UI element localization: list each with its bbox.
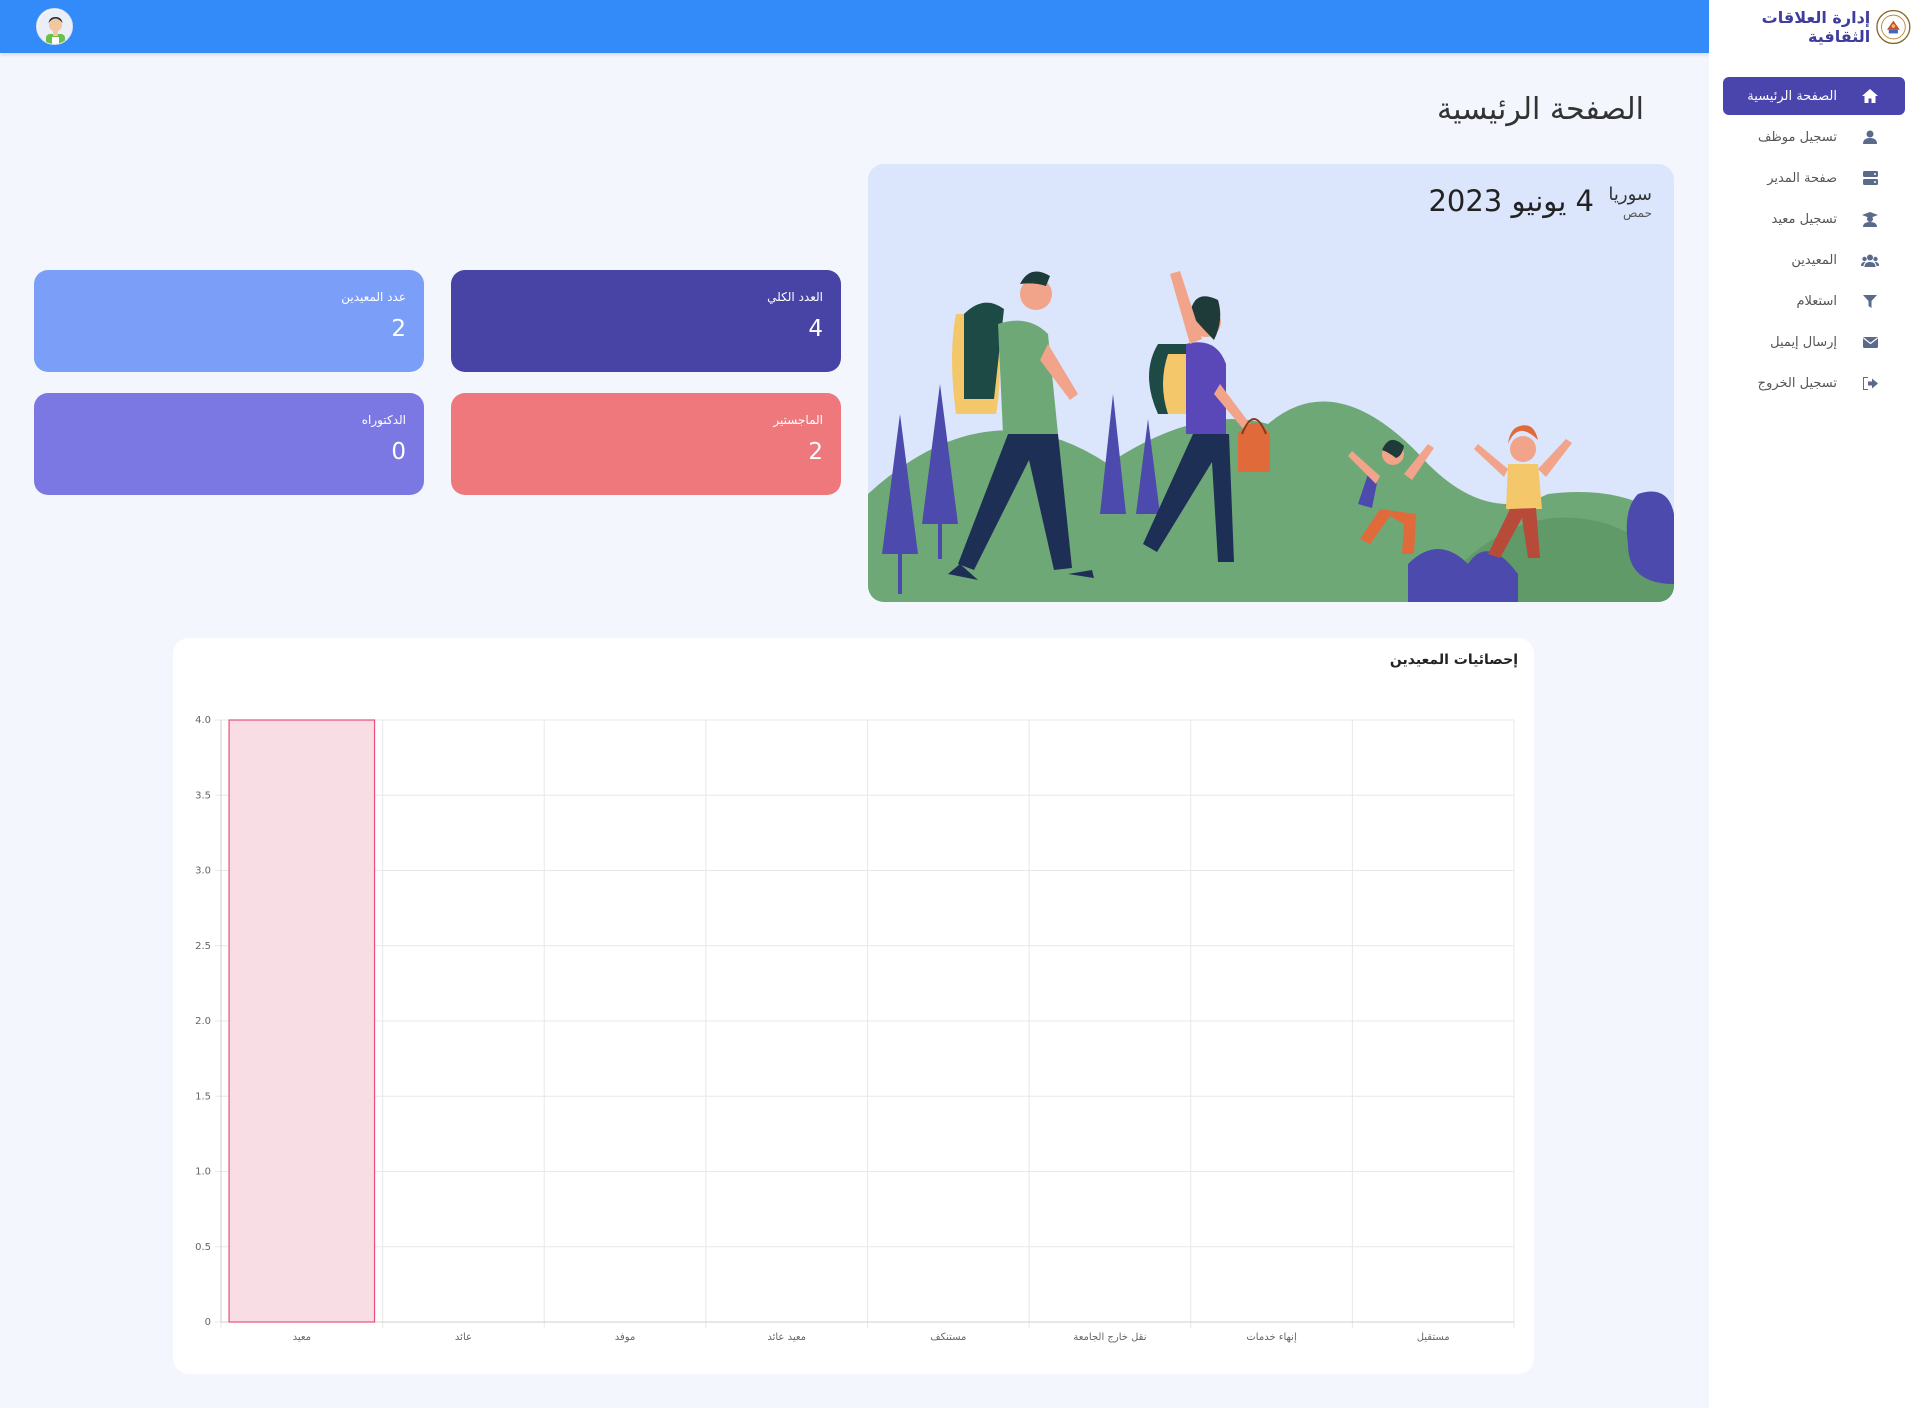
server-icon (1861, 169, 1879, 187)
bar-chart: 0 0.5 1.0 1.5 2.0 2.5 3.0 3.5 4.0 معيد عائد موفد معي… (195, 715, 1515, 1343)
hero-date: 4 يونيو 2023 (1428, 184, 1594, 218)
sidebar-item-label: صفحة المدير (1767, 170, 1837, 186)
x-tick-label: معيد عائد (767, 1332, 806, 1343)
filter-icon (1861, 292, 1879, 310)
hero-card: 4 يونيو 2023 سوريا حمص (868, 164, 1674, 602)
sidebar-item-label: تسجيل الخروج (1757, 375, 1837, 391)
envelope-icon (1861, 333, 1879, 351)
y-tick-label: 1.0 (195, 1167, 211, 1178)
stat-value: 0 (391, 439, 406, 465)
x-tick-label: معيد (293, 1332, 311, 1343)
sign-out-icon (1861, 374, 1879, 392)
y-tick-label: 2.5 (195, 941, 211, 952)
sidebar-item-label: المعيدين (1791, 252, 1837, 268)
sidebar-item-register-demonstrator[interactable]: تسجيل معيد (1723, 200, 1905, 238)
page-title: الصفحة الرئيسية (1437, 92, 1644, 127)
user-icon (1861, 128, 1879, 146)
user-avatar[interactable] (36, 8, 73, 45)
stat-label: العدد الكلي (767, 290, 823, 304)
sidebar-item-demonstrators[interactable]: المعيدين (1723, 241, 1905, 279)
sidebar: إدارة العلاقات الثقافية الصفحة الرئيسية … (1709, 0, 1919, 1408)
sidebar-item-label: إرسال إيميل (1770, 334, 1837, 350)
x-tick-label: نقل خارج الجامعة (1073, 1332, 1146, 1343)
sidebar-nav: الصفحة الرئيسية تسجيل موظف صفحة المدير ت… (1709, 77, 1919, 402)
sidebar-item-home[interactable]: الصفحة الرئيسية (1723, 77, 1905, 115)
sidebar-item-label: تسجيل موظف (1758, 129, 1837, 145)
stat-label: الدكتوراه (361, 413, 406, 427)
stat-card-total: العدد الكلي 4 (451, 270, 841, 372)
top-bar (0, 0, 1709, 53)
y-tick-label: 2.0 (195, 1016, 211, 1027)
sidebar-item-label: استعلام (1796, 293, 1837, 309)
avatar-image (37, 9, 72, 44)
y-tick-label: 3.5 (195, 790, 211, 801)
home-icon (1861, 87, 1879, 105)
stat-card-phd: الدكتوراه 0 (34, 393, 424, 495)
hikers-illustration (868, 271, 1674, 602)
brand[interactable]: إدارة العلاقات الثقافية (1709, 0, 1919, 53)
graduate-icon (1861, 210, 1879, 228)
x-tick-label: مستنكف (930, 1332, 966, 1343)
bar (228, 719, 376, 1323)
y-tick-label: 3.0 (195, 866, 211, 877)
y-tick-label: 4.0 (195, 715, 211, 726)
x-tick-label: إنهاء خدمات (1246, 1332, 1297, 1343)
x-tick-label: عائد (455, 1332, 472, 1343)
stat-label: الماجستير (773, 413, 823, 427)
sidebar-item-send-email[interactable]: إرسال إيميل (1723, 323, 1905, 361)
hero-city: حمص (1622, 206, 1652, 220)
stat-value: 2 (391, 316, 406, 342)
stat-card-master: الماجستير 2 (451, 393, 841, 495)
sidebar-item-label: تسجيل معيد (1771, 211, 1838, 227)
chart-card: إحصائيات المعيدين 0 0.5 1.0 1.5 2.0 2.5 3.0 3.5… (173, 638, 1534, 1374)
users-icon (1861, 251, 1879, 269)
university-logo (1876, 9, 1911, 44)
stat-card-demonstrators: عدد المعيدين 2 (34, 270, 424, 372)
y-tick-label: 0 (205, 1317, 211, 1328)
sidebar-item-label: الصفحة الرئيسية (1747, 88, 1837, 104)
y-tick-label: 0.5 (195, 1242, 211, 1253)
sidebar-item-query[interactable]: استعلام (1723, 282, 1905, 320)
x-tick-label: موفد (615, 1332, 636, 1343)
sidebar-item-register-employee[interactable]: تسجيل موظف (1723, 118, 1905, 156)
brand-title: إدارة العلاقات الثقافية (1761, 7, 1871, 46)
sidebar-item-manager-page[interactable]: صفحة المدير (1723, 159, 1905, 197)
x-tick-label: مستقيل (1417, 1332, 1450, 1343)
hero-country: سوريا (1608, 184, 1652, 205)
stat-value: 4 (808, 316, 823, 342)
stat-label: عدد المعيدين (341, 290, 406, 304)
stat-value: 2 (808, 439, 823, 465)
sidebar-item-logout[interactable]: تسجيل الخروج (1723, 364, 1905, 402)
y-tick-label: 1.5 (195, 1091, 211, 1102)
